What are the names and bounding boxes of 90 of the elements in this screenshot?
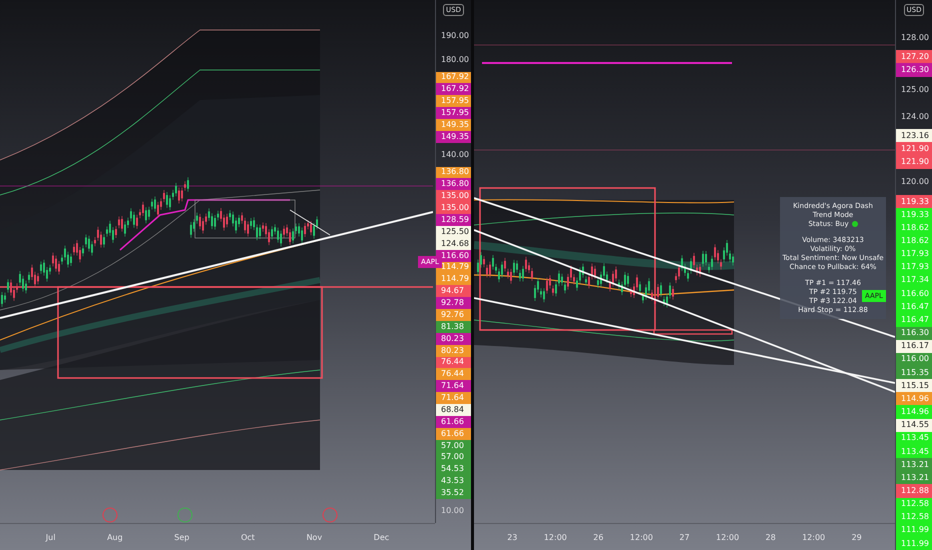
price-label: 167.92 [436, 72, 471, 84]
price-label: 119.33 [896, 194, 932, 208]
time-label: Jul [46, 532, 56, 542]
time-label: Sep [174, 532, 190, 542]
price-label: 76.44 [436, 368, 471, 380]
price-label: 111.99 [896, 537, 932, 550]
price-label: 116.30 [896, 326, 932, 340]
time-label: 12:00 [802, 532, 826, 542]
price-label: 113.45 [896, 432, 932, 445]
price-label: 111.99 [896, 524, 932, 538]
price-label: 113.21 [896, 471, 932, 484]
price-label: 157.95 [436, 107, 471, 120]
price-tick: 125.00 [900, 84, 930, 96]
price-label: 117.93 [896, 260, 932, 274]
price-label: 116.17 [896, 340, 932, 353]
price-label: 157.95 [436, 95, 471, 108]
price-label: 121.90 [896, 142, 932, 156]
price-tick: 128.00 [900, 32, 930, 44]
price-label: 71.64 [436, 392, 471, 404]
price-label: 118.62 [896, 234, 932, 248]
time-label: 12:00 [716, 532, 740, 542]
time-label: 29 [852, 532, 862, 542]
price-label: 116.00 [896, 352, 932, 366]
price-label: 115.15 [896, 379, 932, 392]
price-label: 57.00 [436, 440, 471, 452]
price-label: 125.50 [436, 226, 471, 238]
price-label: 124.68 [436, 238, 471, 250]
price-label: 80.23 [436, 332, 471, 345]
price-label: 119.33 [896, 208, 932, 222]
price-tick: 140.00 [440, 149, 470, 162]
price-label: 118.62 [896, 221, 932, 234]
price-label: 116.47 [896, 313, 932, 327]
price-tick: 10.00 [440, 505, 465, 518]
price-label: 135.00 [436, 190, 471, 202]
price-label: 114.96 [896, 405, 932, 419]
price-label: 115.35 [896, 366, 932, 380]
price-label: 112.58 [896, 510, 932, 524]
time-label: 27 [679, 532, 690, 542]
price-tick: 190.00 [440, 30, 470, 42]
price-label: 61.66 [436, 428, 471, 440]
price-label: 112.88 [896, 484, 932, 498]
price-label: 127.20 [896, 50, 932, 64]
price-label: 121.90 [896, 156, 932, 169]
price-label: 128.59 [436, 214, 471, 226]
price-label: 116.47 [896, 300, 932, 314]
price-tick: 124.00 [900, 110, 930, 123]
price-label: 57.00 [436, 452, 471, 464]
price-label: 92.76 [436, 309, 471, 321]
price-label: 80.23 [436, 344, 471, 357]
price-label: 54.53 [436, 463, 471, 476]
time-label: Dec [374, 532, 390, 542]
time-label: 26 [593, 532, 604, 542]
event-marker-icon [178, 508, 192, 522]
price-label: 68.84 [436, 404, 471, 416]
time-label: 28 [765, 532, 776, 542]
price-label: 126.30 [896, 63, 932, 77]
price-label: 112.58 [896, 498, 932, 511]
price-label: 94.67 [436, 285, 471, 298]
price-label: 149.35 [436, 130, 471, 143]
price-label: 114.96 [896, 392, 932, 406]
time-label: Oct [240, 532, 255, 542]
price-label: 113.45 [896, 444, 932, 458]
price-tick: 120.00 [900, 176, 930, 188]
event-marker-icon [102, 508, 118, 522]
price-label: 167.92 [436, 83, 471, 96]
price-label: 35.52 [436, 487, 471, 500]
price-label: 71.64 [436, 380, 471, 392]
price-label: 114.79 [436, 273, 471, 286]
price-label: 136.80 [436, 178, 471, 190]
price-label: 81.38 [436, 320, 471, 333]
price-label: 116.60 [896, 287, 932, 300]
time-label: Nov [306, 532, 322, 542]
event-marker-icon [322, 508, 338, 522]
price-label: 61.66 [436, 416, 471, 428]
time-label: 12:00 [544, 532, 567, 542]
price-tick: 180.00 [440, 54, 470, 66]
time-label: 23 [507, 532, 518, 542]
price-label: 123.16 [896, 129, 932, 142]
price-label: 113.21 [896, 458, 932, 472]
price-label: 135.00 [436, 202, 471, 214]
price-label: 114.55 [896, 418, 932, 432]
price-label: 43.53 [436, 475, 471, 488]
price-label: 117.93 [896, 248, 932, 261]
time-label: Aug [107, 532, 123, 542]
price-label: 149.35 [436, 119, 471, 131]
price-label: 76.44 [436, 356, 471, 368]
price-label: 136.80 [436, 166, 471, 178]
price-label: 92.78 [436, 297, 471, 310]
time-label: 12:00 [630, 532, 653, 542]
price-label: 117.34 [896, 274, 932, 288]
